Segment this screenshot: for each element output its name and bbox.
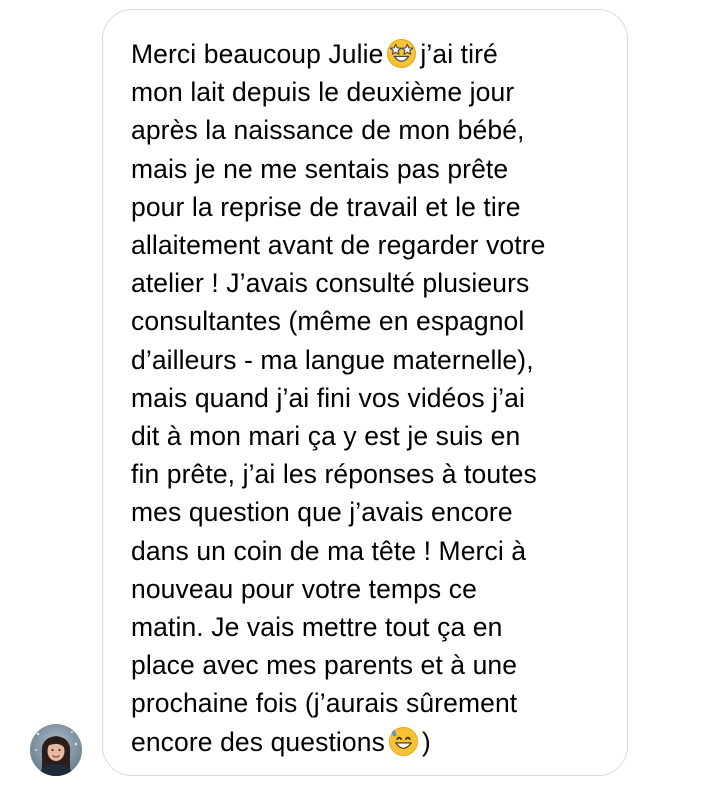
message-line: Merci beaucoup Julie j’ai tiré: [131, 38, 498, 69]
message-line: après la naissance de mon bébé,: [131, 115, 525, 146]
message-line: dit à mon mari ça y est je suis en: [131, 421, 521, 452]
message-line: place avec mes parents et à une: [131, 650, 518, 681]
message-line: matin. Je vais mettre tout ça en: [131, 612, 503, 643]
star-struck-emoji-icon: [387, 38, 417, 69]
message-line: fin prête, j’ai les réponses à toutes: [131, 459, 537, 490]
grinning-sweat-emoji-icon: [388, 726, 418, 756]
message-line: mes question que j’avais encore: [131, 497, 513, 528]
sender-avatar[interactable]: [30, 724, 82, 776]
message-line: mais je ne me sentais pas prête: [131, 153, 509, 184]
message-line: allaitement avant de regarder votre: [131, 230, 546, 261]
message-line: mon lait depuis le deuxième jour: [131, 77, 515, 108]
message-line: encore des questions ): [131, 726, 431, 757]
message-bubble[interactable]: Merci beaucoup Julie j’ai tiré mon lait …: [102, 9, 628, 776]
message-line: nouveau pour votre temps ce: [131, 573, 477, 604]
chat-screen: Merci beaucoup Julie j’ai tiré mon lait …: [0, 0, 715, 787]
message-line: consultantes (même en espagnol: [131, 306, 525, 337]
message-line: d’ailleurs - ma langue maternelle),: [131, 344, 534, 375]
message-text: Merci beaucoup Julie j’ai tiré mon lait …: [131, 35, 613, 761]
message-line: atelier ! J’avais consulté plusieurs: [131, 268, 530, 299]
message-line: pour la reprise de travail et le tire: [131, 191, 521, 222]
message-line: mais quand j’ai fini vos vidéos j’ai: [131, 382, 525, 413]
message-line: dans un coin de ma tête ! Merci à: [131, 535, 527, 566]
avatar-photo-icon: [30, 724, 82, 776]
message-line: prochaine fois (j’aurais sûrement: [131, 688, 518, 719]
